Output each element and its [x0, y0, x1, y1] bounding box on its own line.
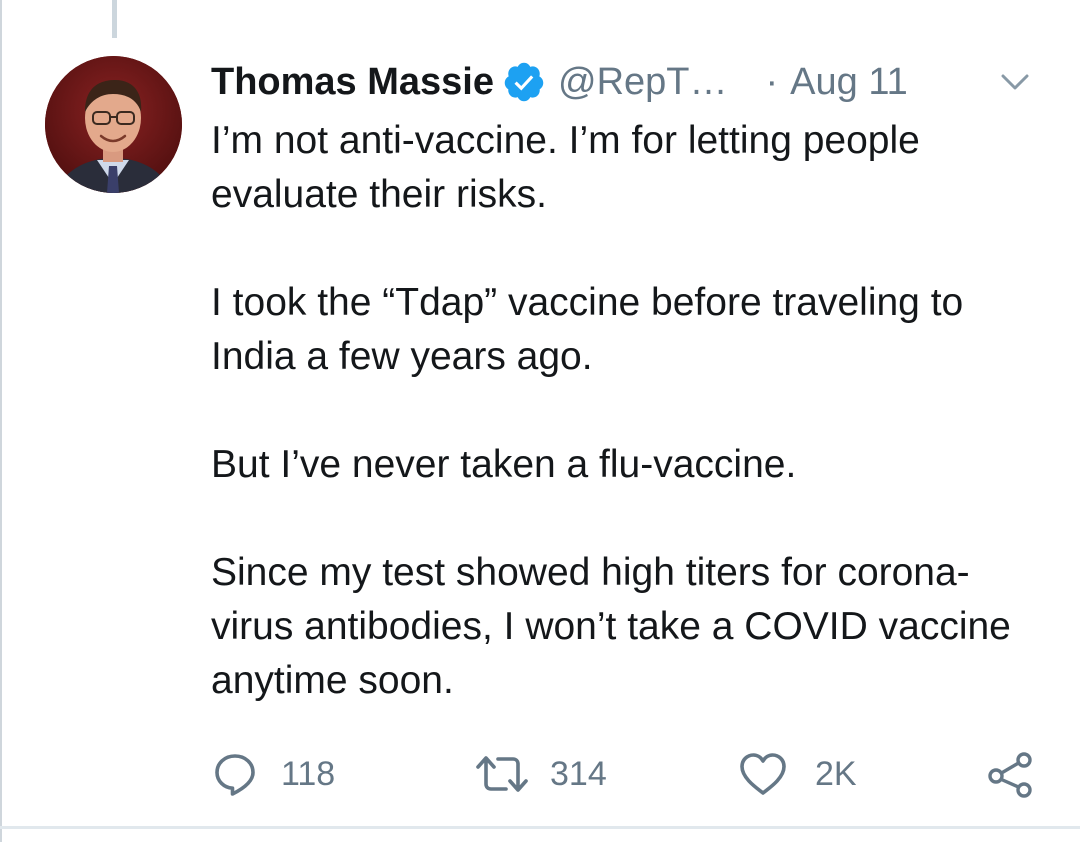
author-name[interactable]: Thomas Massie: [211, 61, 494, 104]
avatar[interactable]: [45, 56, 182, 193]
tweet-date[interactable]: Aug 11: [790, 61, 908, 104]
share-icon: [986, 750, 1034, 798]
like-count: 2K: [815, 754, 857, 793]
chevron-down-icon[interactable]: [997, 64, 1033, 100]
tweet-text: I’m not anti-vaccine. I’m for letting pe…: [211, 114, 1051, 708]
like-button[interactable]: 2K: [737, 748, 857, 800]
header-separator: ·: [765, 60, 779, 103]
retweet-icon: [474, 750, 530, 798]
retweet-button[interactable]: 314: [474, 748, 607, 800]
tweet-paragraph: I took the “Tdap” vaccine before traveli…: [211, 281, 964, 378]
bottom-divider: [0, 826, 1080, 829]
tweet-actions: 118 314 2K: [0, 748, 1080, 800]
share-button[interactable]: [986, 748, 1034, 800]
retweet-count: 314: [550, 754, 607, 793]
author-handle[interactable]: @RepT…: [558, 61, 728, 104]
verified-badge-icon: [502, 60, 546, 104]
tweet-header: Thomas Massie @RepT… · Aug 11: [211, 56, 908, 108]
tweet-paragraph: I’m not anti-vaccine. I’m for letting pe…: [211, 119, 920, 216]
thread-connector-line: [112, 0, 117, 38]
reply-button[interactable]: 118: [211, 748, 335, 800]
avatar-photo: [45, 56, 182, 193]
reply-icon: [211, 750, 259, 798]
heart-icon: [737, 750, 789, 798]
reply-count: 118: [281, 754, 336, 793]
tweet-paragraph: But I’ve never taken a flu-vaccine.: [211, 443, 797, 486]
tweet-paragraph: Since my test showed high titers for cor…: [211, 551, 1011, 702]
left-border: [0, 0, 2, 842]
